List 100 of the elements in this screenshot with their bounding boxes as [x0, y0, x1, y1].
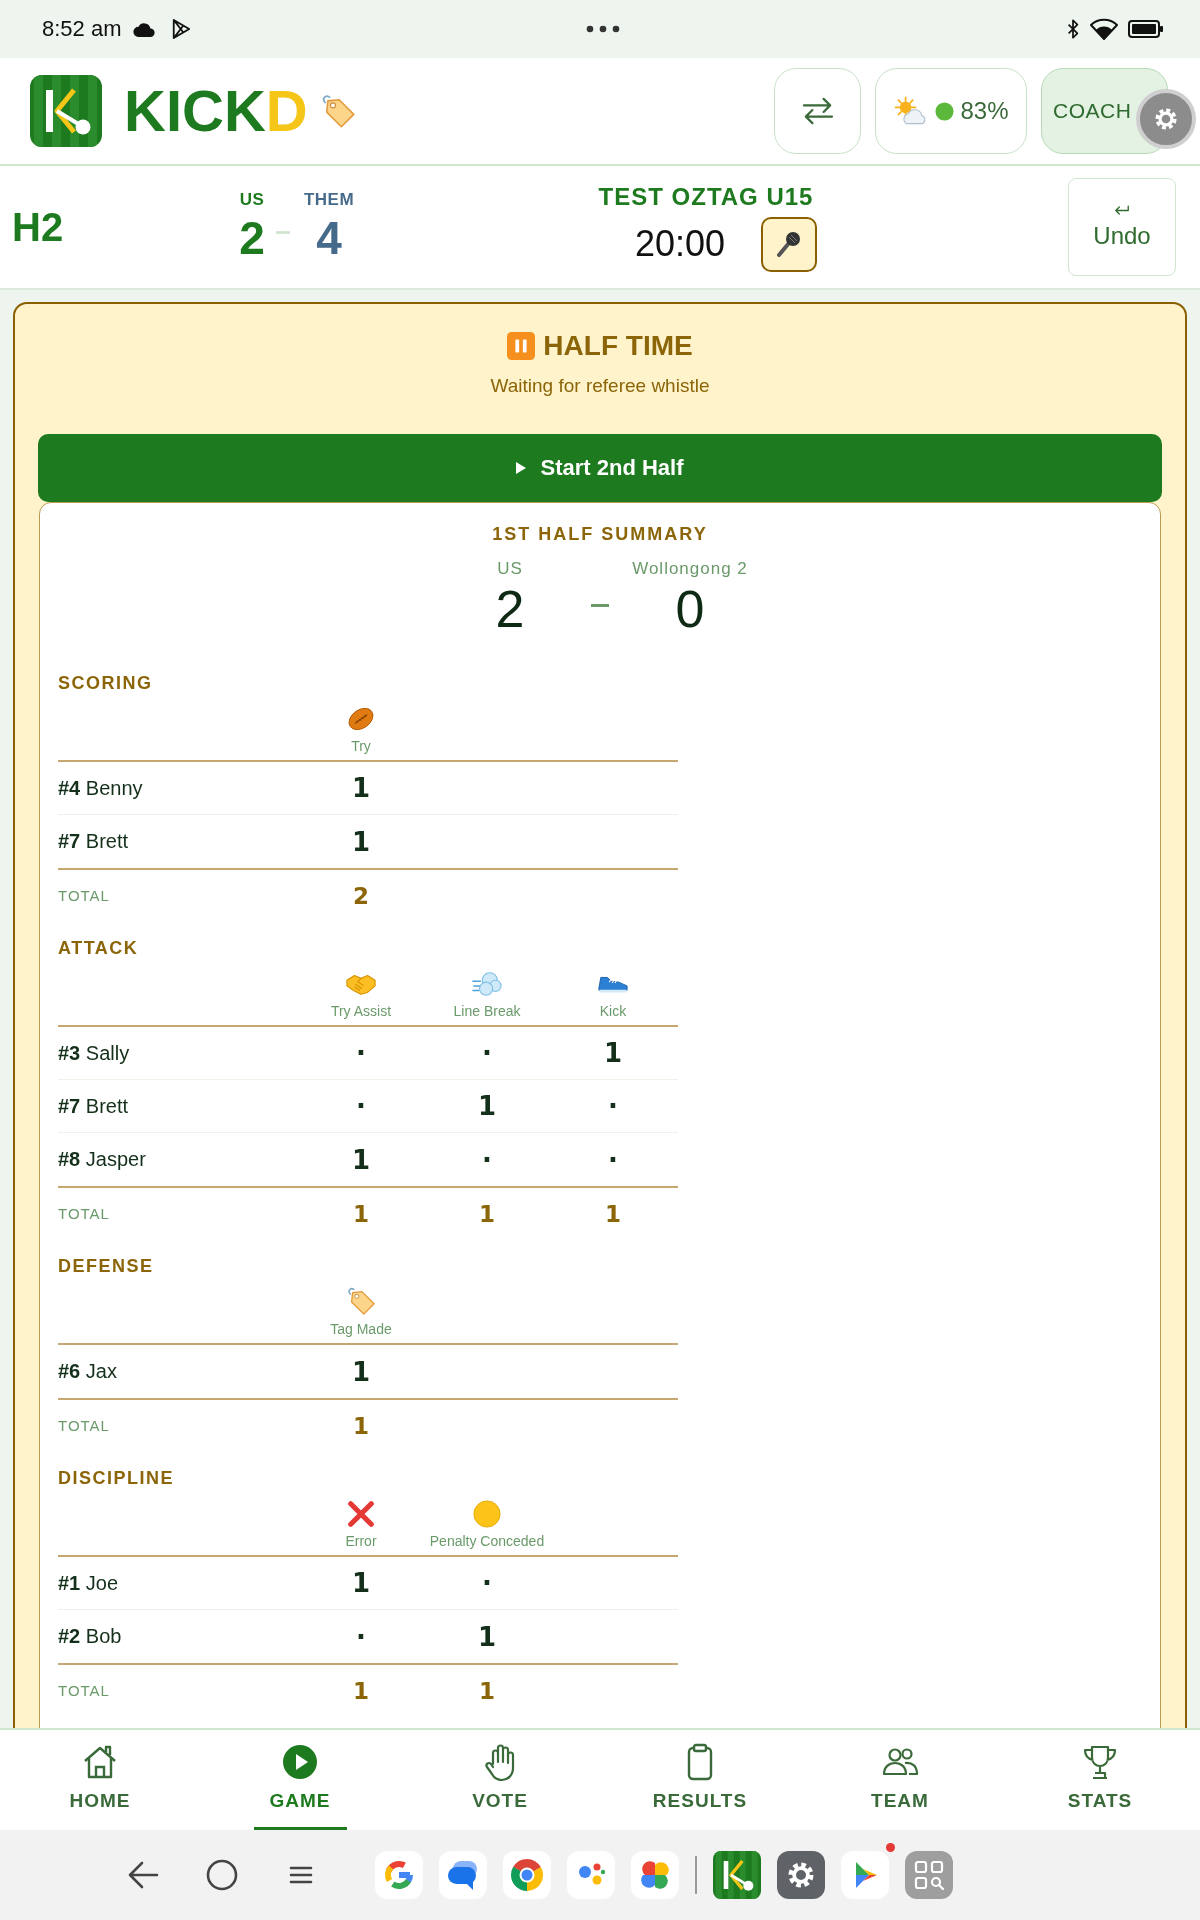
nav-tab[interactable]: VOTE: [456, 1730, 544, 1830]
stat-value: ·: [356, 1038, 366, 1068]
stat-value: 1: [351, 773, 371, 803]
gear-icon: [1153, 106, 1179, 132]
us-score: 2: [239, 212, 265, 264]
section-title: ATTACK: [58, 937, 139, 960]
player-name: #6 Jax: [58, 1360, 117, 1383]
microphone-button[interactable]: [761, 216, 818, 272]
bluetooth-icon: [1066, 18, 1080, 40]
column-label: Kick: [599, 1003, 627, 1019]
app-name: KICKD: [124, 82, 308, 140]
chat-bubble-icon[interactable]: [439, 1851, 487, 1899]
undo-button[interactable]: Undo: [1068, 178, 1176, 276]
column-label: Line Break: [453, 1003, 521, 1019]
battery-icon: [1128, 19, 1164, 39]
home-circle-icon[interactable]: [204, 1857, 240, 1893]
team-score: 0: [675, 580, 705, 638]
stat-value: ·: [608, 1091, 618, 1121]
more-dots-icon: [586, 25, 620, 33]
g-letter-icon[interactable]: [375, 1851, 423, 1899]
stat-value: ·: [356, 1621, 366, 1652]
gear-icon[interactable]: [777, 1851, 825, 1899]
section-title: DEFENSE: [58, 1255, 154, 1278]
nav-tab[interactable]: TEAM: [855, 1730, 945, 1830]
stat-value: ·: [482, 1038, 492, 1068]
dash-icon: [591, 603, 609, 607]
them-label: THEM: [303, 190, 355, 210]
wifi-icon: [1090, 18, 1118, 40]
column-label: Try: [351, 738, 371, 754]
total-value: 1: [353, 1677, 369, 1704]
total-label: TOTAL: [58, 1682, 110, 1699]
cross-icon: [346, 1500, 376, 1528]
nav-tab[interactable]: RESULTS: [636, 1730, 764, 1830]
cloud-icon: [131, 21, 156, 37]
column-label: Tag Made: [330, 1321, 392, 1337]
us-label: US: [239, 190, 265, 210]
stat-value: 1: [477, 1621, 497, 1652]
browser-icon[interactable]: [503, 1851, 551, 1899]
period-label: H2: [12, 204, 64, 250]
stat-value: 1: [351, 1144, 371, 1175]
stat-value: ·: [482, 1568, 492, 1598]
stat-value: 1: [351, 826, 371, 857]
total-value: 1: [353, 1200, 369, 1227]
status-time: 8:52 am: [42, 16, 122, 42]
weather-button[interactable]: 83%: [875, 68, 1027, 154]
nav-tab[interactable]: HOME: [53, 1730, 147, 1830]
total-value: 1: [479, 1200, 495, 1227]
player-name: #7 Brett: [58, 830, 129, 853]
team-score: 2: [495, 580, 525, 638]
football-icon: [346, 705, 376, 733]
player-name: #1 Joe: [58, 1571, 119, 1595]
undo-arrow-icon: [1114, 204, 1130, 216]
column-label: Try Assist: [330, 1003, 392, 1019]
half-time-subtitle: Waiting for referee whistle: [489, 374, 711, 398]
game-clock: 20:00: [634, 223, 726, 265]
stat-value: ·: [482, 1144, 492, 1175]
player-name: #3 Sally: [58, 1041, 130, 1065]
nav-tab[interactable]: STATS: [1051, 1730, 1149, 1830]
stat-value: ·: [608, 1144, 618, 1175]
column-label: Error: [345, 1533, 377, 1549]
total-value: 1: [605, 1200, 621, 1227]
half-time-title: HALF TIME: [543, 329, 693, 363]
status-dot-icon: [935, 101, 955, 121]
stat-value: 1: [351, 1356, 371, 1387]
play-outline-icon: [170, 18, 191, 40]
tag-icon: [346, 1286, 376, 1316]
total-value: 1: [479, 1677, 495, 1704]
total-value: 1: [353, 1412, 369, 1439]
total-label: TOTAL: [58, 887, 110, 904]
player-name: #7 Brett: [58, 1094, 129, 1118]
them-score: 4: [316, 212, 342, 264]
section-title: DISCIPLINE: [58, 1467, 174, 1490]
team-label: Wollongong 2: [632, 558, 748, 580]
total-value: 2: [353, 882, 369, 909]
disc-icon: [472, 1500, 502, 1528]
wind-puff-icon: [472, 970, 502, 998]
stat-value: 1: [603, 1038, 623, 1068]
pause-icon: [507, 332, 536, 360]
player-name: #4 Benny: [58, 776, 143, 800]
column-label: Penalty Conceded: [429, 1533, 545, 1549]
stat-value: 1: [351, 1568, 371, 1598]
section-title: SCORING: [58, 672, 153, 695]
app-grid-icon[interactable]: [905, 1851, 953, 1899]
match-title: TEST OZTAG U15: [598, 182, 814, 211]
play-icon: [516, 462, 527, 474]
total-label: TOTAL: [58, 1417, 110, 1434]
swap-icon: [801, 97, 834, 125]
app-logo-icon: [30, 75, 102, 147]
team-label: US: [497, 558, 523, 580]
player-name: #8 Jasper: [58, 1148, 146, 1171]
dots-cluster-icon[interactable]: [567, 1851, 615, 1899]
swap-button[interactable]: [774, 68, 861, 154]
dash-icon: [276, 230, 290, 234]
stat-value: 1: [477, 1091, 497, 1121]
pinwheel-icon[interactable]: [631, 1851, 679, 1899]
total-label: TOTAL: [58, 1205, 110, 1222]
stat-value: ·: [356, 1091, 366, 1121]
start-half-button[interactable]: Start 2nd Half: [38, 434, 1162, 502]
summary-title: 1ST HALF SUMMARY: [491, 523, 709, 546]
app-logo-icon[interactable]: [713, 1851, 761, 1899]
